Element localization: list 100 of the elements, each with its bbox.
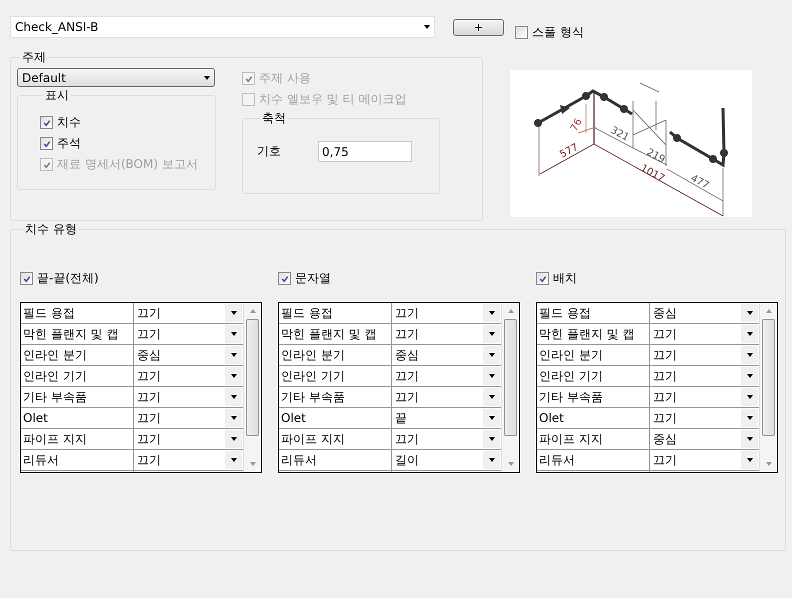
checkbox-label: 주석	[57, 135, 81, 152]
caret-icon	[488, 353, 494, 357]
checkbox-label: 문자열	[295, 270, 331, 287]
cell-dropdown[interactable]: 끄기	[650, 408, 759, 428]
theme-dropdown[interactable]: Default	[17, 68, 215, 87]
caret-icon	[746, 395, 752, 399]
cell-dropdown[interactable]: 중심	[134, 345, 243, 365]
group-title: 축척	[261, 110, 287, 127]
scrollbar[interactable]	[501, 303, 519, 472]
caret-icon	[230, 332, 236, 336]
checkbox[interactable]	[40, 137, 53, 150]
checkmark-icon	[538, 274, 548, 284]
table-cell: 필드 용접	[537, 303, 650, 323]
cell-dropdown[interactable]: 중심	[650, 303, 759, 323]
cell-dropdown[interactable]: 끄기	[392, 429, 501, 449]
checkbox-label: 재료 명세서(BOM) 보고서	[57, 156, 198, 173]
table-cell: 기타 부속품	[21, 387, 134, 407]
cell-dropdown[interactable]: 끄기	[134, 366, 243, 386]
cell-dropdown[interactable]: 끄기	[134, 303, 243, 323]
cell-dropdown[interactable]: 중심	[650, 429, 759, 449]
scrollbar-thumb[interactable]	[246, 319, 259, 436]
cell-dropdown[interactable]: 끄기	[134, 387, 243, 407]
table-cell: 기타 부속품	[537, 387, 650, 407]
table-cell: Olet	[279, 408, 392, 428]
checkbox-label: 배치	[553, 270, 577, 287]
scrollbar-thumb[interactable]	[504, 319, 517, 436]
checkbox-label: 치수 엘보우 및 티 메이크업	[259, 91, 406, 108]
scroll-down-icon[interactable]	[766, 462, 772, 466]
cell-dropdown[interactable]: 끄기	[650, 387, 759, 407]
cell-dropdown[interactable]: 중심	[392, 345, 501, 365]
table-cell: 인라인 분기	[21, 345, 134, 365]
caret-icon	[746, 437, 752, 441]
table-cell: Olet	[21, 408, 134, 428]
cell-dropdown[interactable]: 끄기	[650, 345, 759, 365]
cell-dropdown[interactable]: 끄기	[392, 387, 501, 407]
table-cell: 리듀서	[537, 450, 650, 470]
checkmark-icon	[244, 74, 254, 84]
caret-icon	[746, 374, 752, 378]
caret-icon	[488, 458, 494, 462]
style-dropdown[interactable]: Check_ANSI-B	[10, 16, 435, 38]
table-cell: 리듀서	[279, 450, 392, 470]
table-cell: 필드 용접	[21, 303, 134, 323]
caret-icon	[230, 395, 236, 399]
cell-dropdown[interactable]: 끄기	[392, 366, 501, 386]
caret-icon	[230, 437, 236, 441]
checkbox-label: 스풀 형식	[532, 24, 584, 41]
caret-icon	[204, 76, 210, 80]
scroll-down-icon[interactable]	[508, 462, 514, 466]
cell-dropdown[interactable]: 끄기	[392, 303, 501, 323]
caret-icon	[488, 332, 494, 336]
cell-dropdown[interactable]: 끄기	[134, 408, 243, 428]
caret-icon	[424, 25, 430, 29]
cell-dropdown[interactable]: 끄기	[134, 324, 243, 344]
scrollbar[interactable]	[243, 303, 261, 472]
checkbox[interactable]	[20, 272, 33, 285]
table-cell: Olet	[537, 408, 650, 428]
checkmark-icon	[42, 138, 52, 148]
table-cell: 인라인 기기	[537, 366, 650, 386]
table-cell: 파이프 지지	[21, 429, 134, 449]
checkbox[interactable]	[40, 116, 53, 129]
caret-icon	[488, 395, 494, 399]
group-title: 표시	[44, 87, 70, 104]
scroll-up-icon[interactable]	[250, 309, 256, 313]
table-cell: 리듀서	[21, 450, 134, 470]
scroll-up-icon[interactable]	[508, 309, 514, 313]
table-cell: 인라인 기기	[21, 366, 134, 386]
checkbox-label: 끝-끝(전체)	[37, 270, 99, 287]
cell-dropdown[interactable]: 끄기	[134, 429, 243, 449]
checkmark-icon	[280, 274, 290, 284]
table-cell: 필드 용접	[279, 303, 392, 323]
checkbox[interactable]	[515, 26, 528, 39]
caret-icon	[746, 353, 752, 357]
add-button[interactable]: +	[453, 19, 504, 36]
table-cell: 인라인 기기	[279, 366, 392, 386]
scrollbar-thumb[interactable]	[762, 319, 775, 436]
cell-dropdown[interactable]: 끄기	[134, 450, 243, 470]
checkbox[interactable]	[536, 272, 549, 285]
scroll-down-icon[interactable]	[250, 462, 256, 466]
checkbox[interactable]	[278, 272, 291, 285]
caret-icon	[230, 353, 236, 357]
caret-icon	[746, 416, 752, 420]
caret-icon	[230, 458, 236, 462]
checkbox-label: 주제 사용	[259, 70, 311, 87]
cell-dropdown[interactable]: 끄기	[650, 366, 759, 386]
checkmark-icon	[22, 274, 32, 284]
scroll-up-icon[interactable]	[766, 309, 772, 313]
scale-input-field[interactable]: 0,75	[318, 141, 412, 162]
group-title: 치수 유형	[24, 221, 78, 238]
cell-dropdown[interactable]: 끄기	[650, 450, 759, 470]
cell-dropdown[interactable]: 끄기	[650, 324, 759, 344]
table-cell: 파이프 지지	[279, 429, 392, 449]
cell-dropdown[interactable]: 끄기	[392, 324, 501, 344]
scrollbar[interactable]	[759, 303, 777, 472]
cell-dropdown[interactable]: 길이	[392, 450, 501, 470]
table-cell: 막힌 플랜지 및 캡	[537, 324, 650, 344]
cell-dropdown[interactable]: 끝	[392, 408, 501, 428]
caret-icon	[746, 458, 752, 462]
group-title: 주제	[21, 49, 47, 66]
table-cell: 인라인 분기	[279, 345, 392, 365]
caret-icon	[488, 374, 494, 378]
